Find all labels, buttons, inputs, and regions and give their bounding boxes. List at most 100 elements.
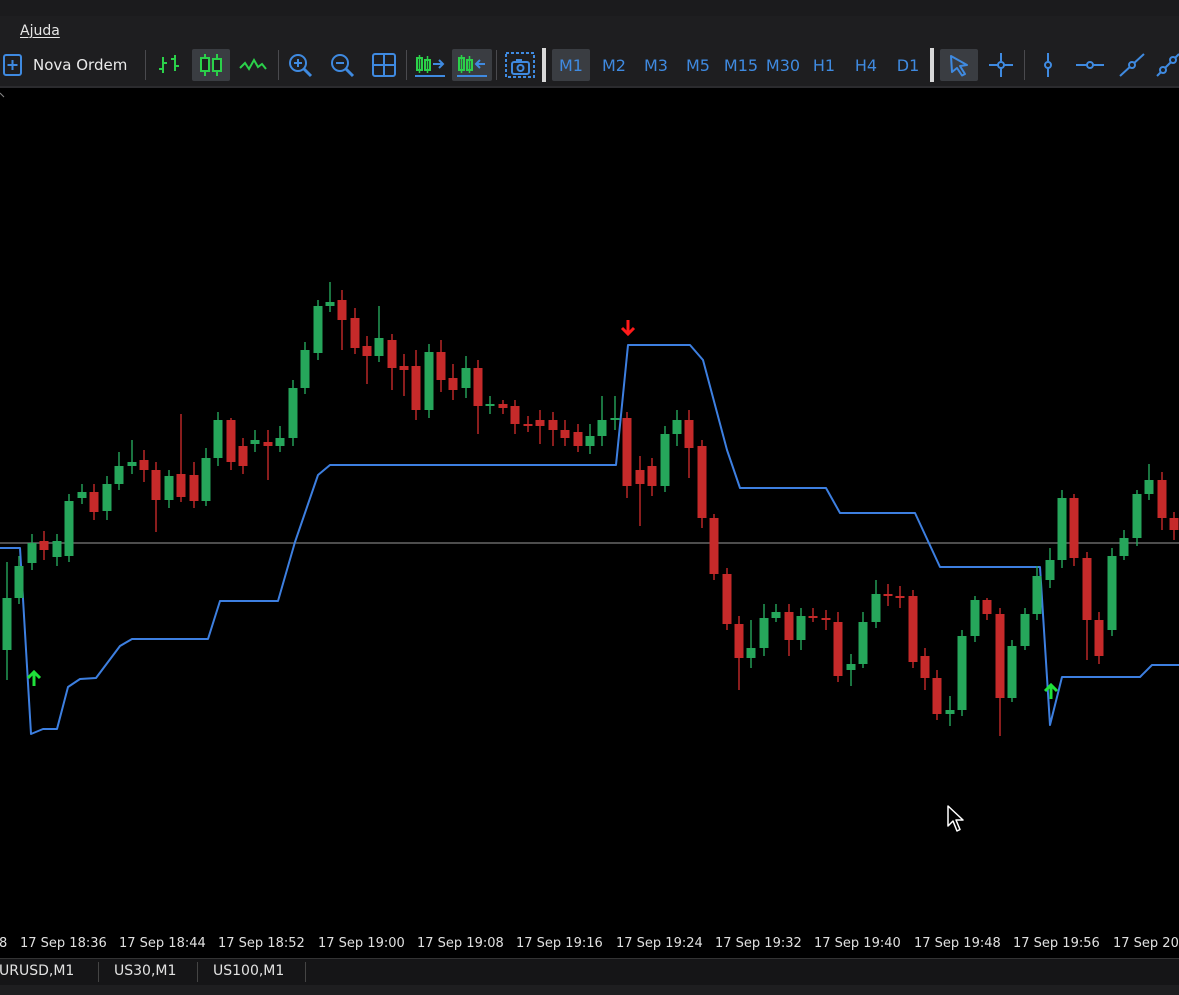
candle [1020,608,1030,650]
chart-shift-icon [457,55,487,77]
time-label: 17 Sep 20 [1113,936,1179,951]
candle [1132,490,1142,546]
candlestick-chart-button[interactable] [192,49,230,81]
zoom-out-icon [331,54,355,78]
candle [722,568,732,630]
line-chart-icon [239,57,267,71]
new-order-button[interactable]: Nova Ordem [2,49,138,81]
candle [548,412,558,446]
candle [164,470,174,508]
candle [226,418,236,470]
zoom-in-button[interactable] [282,49,318,81]
tab-separator [197,962,198,982]
horizontal-line-tool-button[interactable] [1070,49,1110,81]
tab-us30-m1[interactable]: US30,M1 [114,963,176,979]
camera-icon [505,52,535,78]
tile-windows-button[interactable] [366,49,402,81]
chart-shift-button[interactable] [452,49,492,81]
candle [176,414,186,502]
candlestick-icon [200,54,222,76]
candle [684,410,694,478]
timeframe-h1[interactable]: H1 [804,49,844,81]
candle [1082,552,1092,660]
candle [796,608,806,650]
zoom-out-button[interactable] [324,49,360,81]
trendline-icon [1119,53,1145,77]
candle [784,604,794,656]
candle [14,556,24,604]
trendline-tool-button[interactable] [1112,49,1152,81]
candle [597,396,607,446]
bar-chart-icon [159,55,179,73]
candle [1144,464,1154,500]
candle [635,456,645,526]
timeframe-m1[interactable]: M1 [552,49,590,81]
bar-chart-button[interactable] [152,49,188,81]
auto-scroll-button[interactable] [410,49,450,81]
screenshot-button[interactable] [500,49,540,81]
candle [387,334,397,390]
grid-icon [372,53,396,77]
candle [2,562,12,680]
candle [473,360,483,434]
candle [325,282,335,312]
zoom-in-icon [289,54,313,78]
candle [1169,512,1179,540]
timeframe-m15[interactable]: M15 [720,49,762,81]
new-order-label: Nova Ordem [33,56,128,74]
candle [337,290,347,350]
candle [622,412,632,498]
toolbar-separator [496,50,497,80]
channel-tool-button[interactable] [1154,49,1179,81]
candle [127,440,137,474]
candle [498,400,508,414]
timeframe-m3[interactable]: M3 [636,49,676,81]
time-label: 17 Sep 18:44 [119,936,206,951]
timeframe-m5[interactable]: M5 [678,49,718,81]
candle [288,380,298,446]
toolbar-separator [1024,50,1025,80]
cursor-tool-button[interactable] [940,49,978,81]
timeframe-d1[interactable]: D1 [888,49,928,81]
time-label: 17 Sep 19:48 [914,936,1001,951]
candle [585,424,595,454]
candle [213,412,223,466]
candle [660,426,670,492]
channel-icon [1156,53,1179,77]
candle [1157,472,1167,530]
menu-help[interactable]: Ajuda [20,23,60,39]
candle [510,400,520,434]
candle [1094,612,1104,664]
candle [350,308,360,354]
candle [883,584,893,606]
vertical-line-tool-button[interactable] [1030,49,1066,81]
toolbar: Nova Ordem M1 M2 M3 M5 M15 M30 H1 H4 D1 [0,44,1179,88]
timeframe-m2[interactable]: M2 [594,49,634,81]
candle [672,410,682,446]
candle [560,420,570,446]
tab-us100-m1[interactable]: US100,M1 [213,963,284,979]
time-label: 8 [0,936,8,951]
timeframe-m30[interactable]: M30 [762,49,804,81]
price-chart[interactable] [0,88,1179,930]
line-chart-button[interactable] [234,49,272,81]
candle [535,410,545,444]
candle [362,336,372,384]
vertical-line-icon [1044,53,1052,77]
chart-corner-mark [0,92,5,98]
candle [64,494,74,562]
candle [238,438,248,474]
crosshair-tool-button[interactable] [982,49,1020,81]
candle [461,356,471,398]
candle [114,452,124,490]
candle [485,396,495,414]
candle [189,462,199,508]
candle [399,354,409,396]
timeframe-h4[interactable]: H4 [846,49,886,81]
chart-canvas [0,92,1179,736]
candle [771,604,781,622]
candle [697,440,707,528]
candle [957,630,967,716]
toolbar-separator [542,48,546,82]
tab-eurusd-m1[interactable]: URUSD,M1 [0,963,74,979]
